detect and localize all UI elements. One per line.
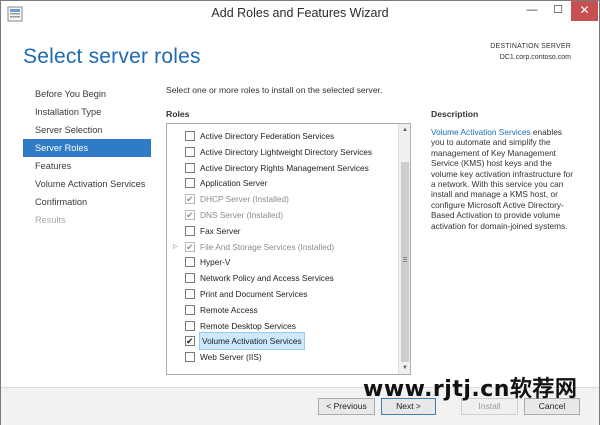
role-checkbox[interactable] (185, 162, 195, 173)
role-label: Volume Activation Services (199, 332, 305, 351)
nav-item-before-you-begin[interactable]: Before You Begin (23, 85, 151, 103)
role-row[interactable]: Web Server (IIS) (167, 349, 397, 365)
role-checkbox (185, 239, 195, 255)
role-label: Application Server (200, 178, 268, 189)
role-checkbox[interactable] (185, 320, 195, 331)
role-label: DHCP Server (Installed) (200, 194, 289, 205)
role-row: DHCP Server (Installed) (167, 191, 397, 207)
role-checkbox (185, 191, 195, 207)
role-row[interactable]: Network Policy and Access Services (167, 270, 397, 286)
roles-header: Roles (166, 109, 190, 119)
description-link[interactable]: Volume Activation Services (431, 127, 531, 137)
role-row: DNS Server (Installed) (167, 207, 397, 223)
maximize-button[interactable]: ☐ (545, 1, 571, 21)
roles-scrollbar[interactable]: ▲ ▼ (398, 124, 410, 374)
role-label: Web Server (IIS) (200, 352, 262, 363)
window-title: Add Roles and Features Wizard (211, 6, 389, 20)
role-label: Print and Document Services (200, 289, 308, 299)
role-label: Active Directory Lightweight Directory S… (200, 146, 372, 157)
role-checkbox[interactable] (185, 257, 195, 268)
roles-list[interactable]: Web Server (IIS)Volume Activation Servic… (166, 123, 411, 375)
destination-server-label: DESTINATION SERVER (490, 43, 571, 50)
destination-server-value: DC1.corp.contoso.com (499, 54, 571, 61)
minimize-button[interactable]: — (519, 1, 545, 21)
role-checkbox[interactable] (185, 304, 195, 315)
role-row[interactable]: Active Directory Rights Management Servi… (167, 160, 397, 176)
role-label: Remote Desktop Services (200, 320, 296, 331)
role-label: DNS Server (Installed) (200, 210, 283, 220)
wizard-window: Add Roles and Features Wizard — ☐ ✕ Sele… (0, 0, 600, 425)
nav-item-volume-activation-services[interactable]: Volume Activation Services (23, 175, 151, 193)
nav-item-features[interactable]: Features (23, 157, 151, 175)
role-checkbox[interactable] (185, 333, 195, 349)
title-bar: Add Roles and Features Wizard — ☐ ✕ (1, 1, 599, 27)
role-label: Hyper-V (200, 257, 231, 268)
description-text: Volume Activation Services enables you t… (431, 127, 576, 231)
role-label: Active Directory Federation Services (200, 131, 335, 141)
nav-item-installation-type[interactable]: Installation Type (23, 103, 151, 121)
description-header: Description (431, 109, 479, 119)
role-row[interactable]: Fax Server (167, 223, 397, 239)
role-checkbox[interactable] (185, 273, 195, 284)
instruction-text: Select one or more roles to install on t… (166, 85, 383, 95)
role-row[interactable]: Hyper-V (167, 254, 397, 270)
scroll-thumb[interactable] (401, 162, 409, 362)
role-checkbox[interactable] (185, 352, 195, 363)
role-row[interactable]: Print and Document Services (167, 286, 397, 302)
role-checkbox[interactable] (185, 146, 195, 157)
role-checkbox[interactable] (185, 225, 195, 236)
expand-arrow-icon[interactable]: ▷ (173, 239, 178, 255)
role-row[interactable]: Volume Activation Services (167, 332, 397, 351)
role-checkbox[interactable] (185, 178, 195, 189)
role-label: Remote Access (200, 304, 258, 315)
role-checkbox (185, 207, 195, 223)
grip-icon (403, 257, 407, 258)
role-label: Network Policy and Access Services (200, 273, 334, 284)
role-checkbox[interactable] (185, 289, 195, 299)
role-label: Fax Server (200, 225, 241, 236)
page-title: Select server roles (23, 45, 201, 68)
description-body: enables you to automate and simplify the… (431, 127, 574, 231)
role-label: Active Directory Rights Management Servi… (200, 162, 369, 173)
role-row[interactable]: Active Directory Federation Services (167, 128, 397, 144)
close-button[interactable]: ✕ (571, 1, 598, 21)
wizard-nav: Before You Begin Installation Type Server … (23, 85, 151, 229)
scroll-up-arrow-icon[interactable]: ▲ (399, 124, 410, 136)
role-checkbox[interactable] (185, 131, 195, 141)
role-row[interactable]: Remote Desktop Services (167, 318, 397, 334)
nav-item-server-selection[interactable]: Server Selection (23, 121, 151, 139)
role-row[interactable]: Active Directory Lightweight Directory S… (167, 144, 397, 160)
role-row: ▷ File And Storage Services (Installed) (167, 239, 397, 255)
nav-item-confirmation[interactable]: Confirmation (23, 193, 151, 211)
role-row[interactable]: Remote Access (167, 302, 397, 318)
role-row[interactable]: Application Server (167, 175, 397, 191)
watermark: www.rjtj.cn软荐网 (363, 377, 578, 402)
nav-item-results: Results (35, 215, 66, 225)
nav-item-server-roles[interactable]: Server Roles (23, 139, 151, 157)
role-label: File And Storage Services (Installed) (200, 241, 335, 252)
